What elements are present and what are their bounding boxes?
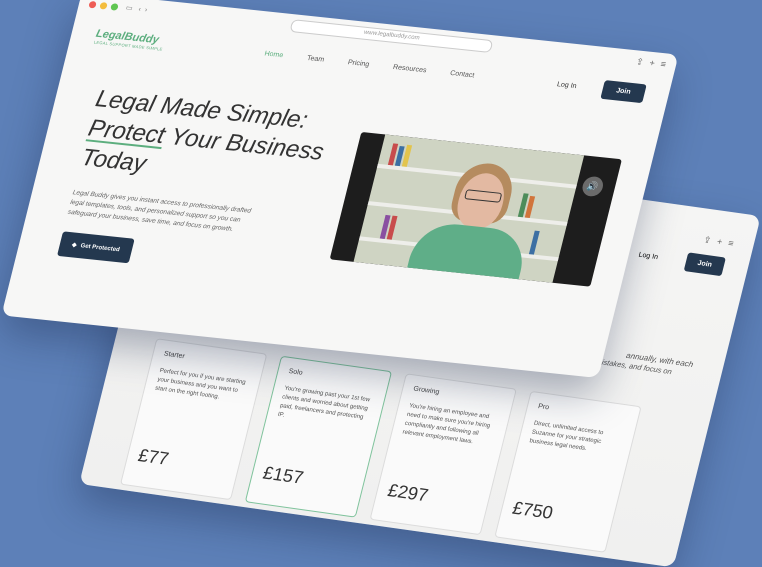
maximize-dot[interactable] xyxy=(110,2,119,11)
share-icon[interactable]: ⇪ xyxy=(635,56,645,68)
plan-card-solo[interactable]: Solo You're growing past your 1st few cl… xyxy=(244,355,393,518)
hero-title: Legal Made Simple: Protect Your Business… xyxy=(78,84,359,199)
pricing-nav: Log In Join xyxy=(636,246,726,277)
intro-video[interactable]: 🔊 xyxy=(329,131,622,287)
hero: Legal Made Simple: Protect Your Business… xyxy=(56,84,359,283)
logo[interactable]: LegalBuddy LEGAL SUPPORT MADE SIMPLE xyxy=(93,27,207,55)
tabs-icon[interactable]: ≡ xyxy=(727,238,735,249)
get-protected-button[interactable]: ◆ Get Protected xyxy=(56,231,135,264)
new-tab-icon[interactable]: + xyxy=(648,57,656,68)
home-window: ▭ ‹ › www.legalbuddy.com ⇪ + ≡ LegalBudd… xyxy=(1,0,679,379)
new-tab-icon[interactable]: + xyxy=(716,236,724,247)
sidebar-icon[interactable]: ▭ xyxy=(125,4,134,13)
main-menu: Home Team Pricing Resources Contact xyxy=(264,50,475,79)
plan-card-pro[interactable]: Pro Direct, unlimited access to Suzanne … xyxy=(494,390,642,553)
login-link[interactable]: Log In xyxy=(638,252,659,262)
browser-actions: ⇪ + ≡ xyxy=(702,235,735,250)
plan-card-growing[interactable]: Growing You're hiring an employee and ne… xyxy=(369,373,517,536)
menu-item-pricing[interactable]: Pricing xyxy=(347,59,370,68)
menu-item-contact[interactable]: Contact xyxy=(449,69,475,78)
minimize-dot[interactable] xyxy=(99,1,108,10)
hero-title-accent: Protect xyxy=(85,114,168,150)
menu-item-team[interactable]: Team xyxy=(306,54,325,63)
plan-desc: You're growing past your 1st few clients… xyxy=(277,385,371,421)
share-icon[interactable]: ⇪ xyxy=(702,235,713,247)
plan-price: £77 xyxy=(136,445,171,469)
plan-name: Growing xyxy=(412,385,441,396)
close-dot[interactable] xyxy=(88,0,98,8)
plan-name: Solo xyxy=(287,368,304,377)
back-icon[interactable]: ‹ xyxy=(138,6,142,13)
plan-price: £297 xyxy=(385,480,431,506)
plan-desc: Direct, unlimited access to Suzanne for … xyxy=(528,420,604,453)
hero-body: Legal Buddy gives you instant access to … xyxy=(67,189,252,234)
plan-desc: You're hiring an employee and need to ma… xyxy=(401,403,491,446)
plan-price: £750 xyxy=(510,497,556,523)
plan-card-starter[interactable]: Starter Perfect for you if you are start… xyxy=(119,338,268,501)
menu-item-resources[interactable]: Resources xyxy=(392,63,427,73)
plan-price: £157 xyxy=(260,462,306,488)
menu-item-home[interactable]: Home xyxy=(264,50,284,59)
join-button[interactable]: Join xyxy=(600,79,647,103)
login-link[interactable]: Log In xyxy=(556,81,577,90)
forward-icon[interactable]: › xyxy=(144,6,148,13)
shield-icon: ◆ xyxy=(71,242,78,249)
cta-label: Get Protected xyxy=(79,242,121,253)
plan-name: Pro xyxy=(537,403,550,412)
join-button[interactable]: Join xyxy=(683,252,726,277)
plan-desc: Perfect for you if you are starting your… xyxy=(154,368,247,401)
volume-icon[interactable]: 🔊 xyxy=(580,175,606,198)
plan-name: Starter xyxy=(162,350,186,361)
tabs-icon[interactable]: ≡ xyxy=(659,58,668,69)
